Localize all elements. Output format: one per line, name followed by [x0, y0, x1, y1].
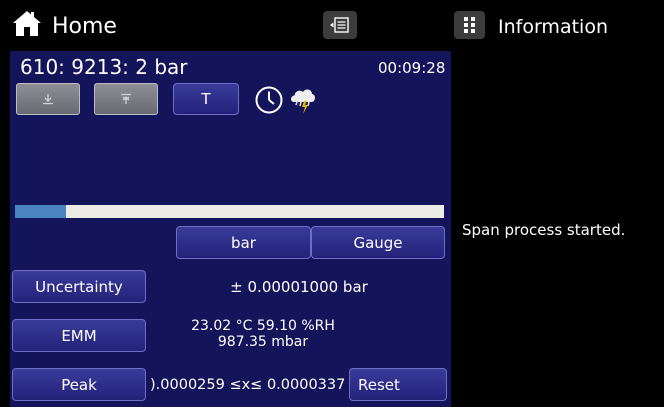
- uncertainty-button[interactable]: Uncertainty: [12, 270, 146, 303]
- progress-fill: [15, 205, 66, 218]
- environment-pressure: 987.35 mbar: [217, 334, 309, 350]
- tare-button[interactable]: T: [173, 83, 239, 115]
- emm-button-label: EMM: [61, 326, 97, 345]
- reset-button-label: Reset: [358, 375, 400, 394]
- uncertainty-value: ± 0.00001000 bar: [230, 277, 368, 296]
- zero-down-icon: [43, 94, 53, 105]
- list-icon: [330, 17, 349, 33]
- unit-button[interactable]: bar: [176, 226, 311, 259]
- home-icon[interactable]: [12, 9, 42, 37]
- timer: 00:09:28: [378, 59, 446, 77]
- information-button[interactable]: [454, 11, 485, 39]
- zero-up-icon: [121, 93, 131, 104]
- information-label[interactable]: Information: [498, 16, 608, 38]
- unit-button-label: bar: [231, 233, 256, 252]
- environment-temp-humidity: 23.02 °C 59.10 %RH: [191, 318, 335, 334]
- status-message: Span process started.: [462, 221, 626, 239]
- mode-button-label: Gauge: [353, 233, 403, 252]
- peak-value: ).0000259 ≤x≤ 0.0000337: [150, 376, 346, 393]
- menu-button[interactable]: [323, 11, 357, 39]
- peak-button[interactable]: Peak: [12, 368, 146, 401]
- tare-button-label: T: [201, 90, 211, 108]
- mode-button[interactable]: Gauge: [311, 226, 445, 259]
- zero-up-button[interactable]: [94, 83, 158, 115]
- home-label[interactable]: Home: [52, 14, 117, 40]
- clock-icon: [253, 84, 285, 116]
- channel-title: 610: 9213: 2 bar: [20, 55, 188, 79]
- environment-readout: 23.02 °C 59.10 %RH 987.35 mbar: [152, 318, 374, 354]
- zero-down-button[interactable]: [16, 83, 80, 115]
- weather-storm-icon: [287, 84, 319, 116]
- peak-button-label: Peak: [61, 375, 97, 394]
- grid-dots-icon: [464, 17, 475, 33]
- emm-button[interactable]: EMM: [12, 319, 146, 352]
- uncertainty-button-label: Uncertainty: [35, 277, 123, 296]
- reset-button[interactable]: Reset: [349, 368, 447, 401]
- progress-track: [15, 205, 444, 218]
